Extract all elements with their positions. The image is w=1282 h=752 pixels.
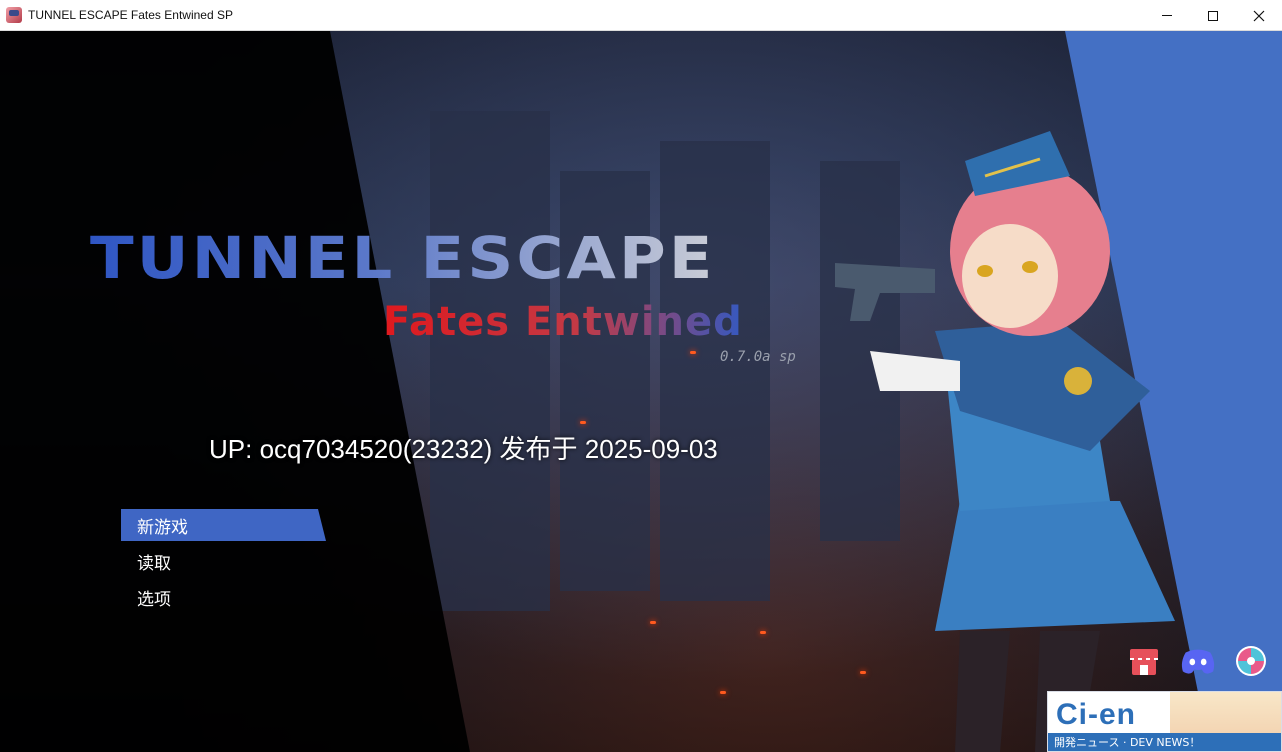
cien-news-strip: 開発ニュース · DEV NEWS！ bbox=[1048, 733, 1281, 751]
swirl-button[interactable] bbox=[1233, 643, 1269, 679]
maximize-icon bbox=[1208, 10, 1218, 21]
main-menu: 新游戏 读取 选项 bbox=[121, 509, 326, 617]
game-viewport[interactable]: TUNNEL ESCAPE Fates Entwined 0.7.0a sp U… bbox=[0, 31, 1282, 752]
cien-mascot-image bbox=[1170, 692, 1281, 735]
minimize-icon bbox=[1162, 15, 1172, 16]
window-titlebar: TUNNEL ESCAPE Fates Entwined SP bbox=[0, 0, 1282, 31]
menu-item-label: 读取 bbox=[137, 553, 171, 574]
menu-item-label: 新游戏 bbox=[137, 517, 188, 538]
minimize-button[interactable] bbox=[1144, 0, 1190, 31]
close-icon bbox=[1253, 10, 1265, 21]
maximize-button[interactable] bbox=[1190, 0, 1236, 31]
close-button[interactable] bbox=[1236, 0, 1282, 31]
menu-item-label: 选项 bbox=[137, 589, 171, 610]
window-title: TUNNEL ESCAPE Fates Entwined SP bbox=[28, 8, 233, 22]
uploader-info: UP: ocq7034520(23232) 发布于 2025-09-03 bbox=[209, 434, 718, 464]
window-controls bbox=[1144, 0, 1282, 31]
app-icon bbox=[6, 7, 22, 23]
cien-banner[interactable]: Ci-en 開発ニュース · DEV NEWS！ bbox=[1047, 691, 1282, 752]
menu-item-options[interactable]: 选项 bbox=[121, 581, 326, 613]
shop-icon bbox=[1130, 649, 1158, 675]
cien-logo: Ci-en bbox=[1056, 698, 1136, 731]
discord-icon bbox=[1181, 649, 1215, 674]
menu-item-new-game[interactable]: 新游戏 bbox=[121, 509, 326, 541]
game-logo-title: TUNNEL ESCAPE bbox=[90, 226, 716, 293]
discord-button[interactable] bbox=[1180, 643, 1216, 679]
swirl-icon bbox=[1236, 646, 1266, 676]
character-illustration bbox=[835, 131, 1175, 752]
menu-item-load[interactable]: 读取 bbox=[121, 545, 326, 577]
game-logo-subtitle: Fates Entwined bbox=[383, 299, 743, 345]
shop-button[interactable] bbox=[1126, 643, 1162, 679]
game-version: 0.7.0a sp bbox=[720, 349, 796, 365]
